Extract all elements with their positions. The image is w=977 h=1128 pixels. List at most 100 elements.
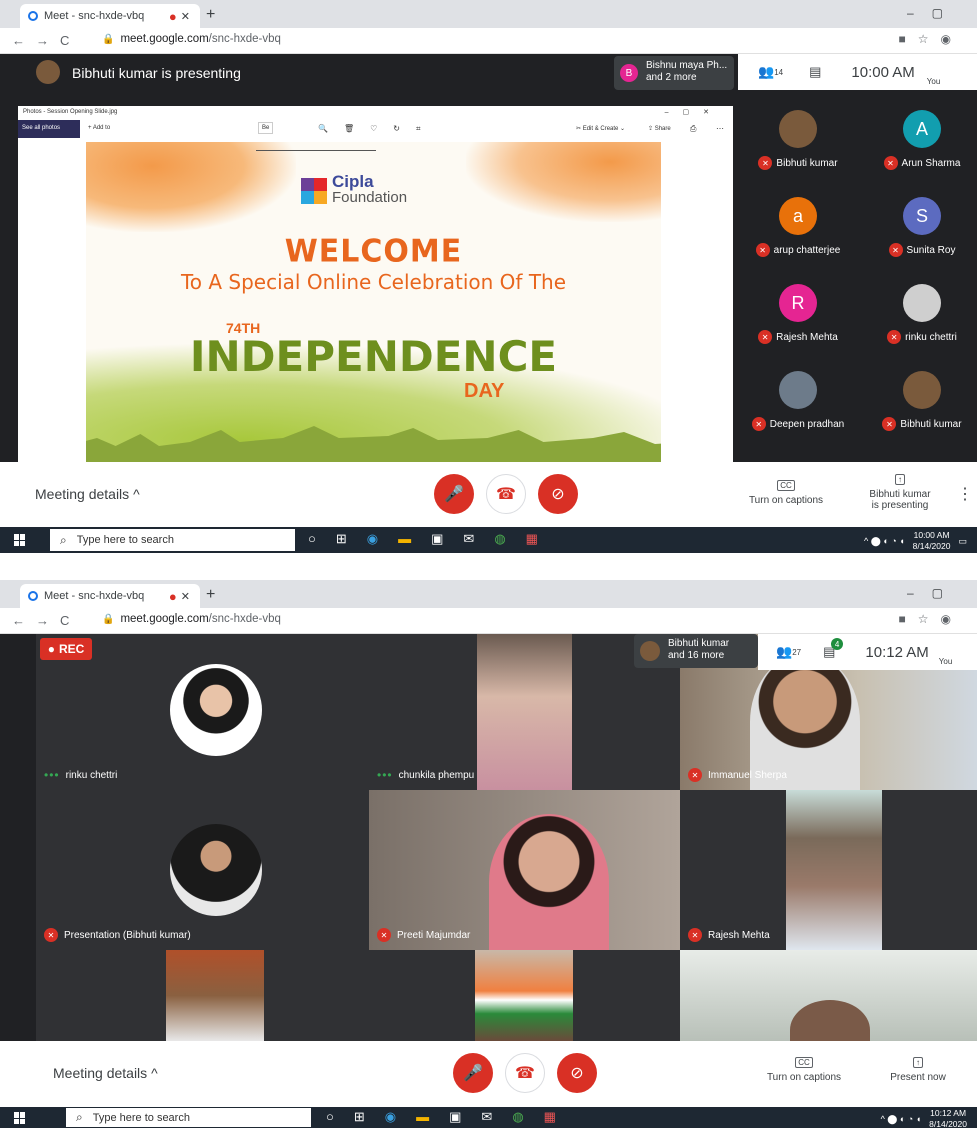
rec-dot-icon: ● xyxy=(47,642,55,656)
store-icon[interactable]: ▣ xyxy=(449,1109,461,1125)
mic-off-button[interactable]: 🎤 xyxy=(434,474,474,514)
screenshot-2: Meet - snc-hxde-vbq ● ✕ + –▢ ← → C 🔒 meet… xyxy=(0,580,977,1128)
meet-area: Bibhuti kumar is presenting B Bishnu may… xyxy=(0,54,977,462)
mail-icon[interactable]: ✉ xyxy=(481,1109,492,1125)
url-field[interactable]: 🔒 meet.google.com/snc-hxde-vbq xyxy=(102,613,281,625)
print-icon[interactable]: ⎙ xyxy=(690,124,696,134)
cc-icon: CC xyxy=(795,1057,813,1068)
participant-tile: ✕ Presentation (Bibhuti kumar) xyxy=(36,790,369,950)
explorer-icon[interactable]: ▬ xyxy=(398,531,411,547)
speaking-indicator-icon: ••• xyxy=(44,768,60,782)
meeting-time: 10:12 AM xyxy=(865,643,929,661)
mic-off-icon: 🎤 xyxy=(463,1065,483,1082)
system-tray: ^ ⬤ ◐ ◔ ◖ 10:00 AM 8/14/2020 ▭ xyxy=(864,530,967,552)
people-icon[interactable]: 👥 xyxy=(776,644,792,660)
address-bar: ← → C 🔒 meet.google.com/snc-hxde-vbq ■☆◉ xyxy=(0,28,977,54)
share-button[interactable]: ⇪ Share xyxy=(648,125,671,132)
windows-start-icon[interactable] xyxy=(14,534,26,546)
tray-icons[interactable]: ^ ⬤ ◐ ◔ ◖ xyxy=(881,1114,922,1125)
camera-off-button[interactable]: ⊘ xyxy=(538,474,578,514)
notifications-icon[interactable]: ▭ xyxy=(958,536,967,547)
chat-icon[interactable]: ▤ 4 xyxy=(823,638,844,660)
welcome-heading: WELCOME xyxy=(284,233,463,270)
joined-avatar xyxy=(640,641,660,661)
captions-button[interactable]: CC Turn on captions xyxy=(762,1057,846,1083)
mic-off-icon: ✕ xyxy=(751,417,766,431)
people-icon[interactable]: 👥 xyxy=(758,64,774,80)
back-icon[interactable]: ← xyxy=(12,613,25,628)
cortana-icon[interactable]: ○ xyxy=(326,1109,334,1125)
url-field[interactable]: 🔒 meet.google.com/snc-hxde-vbq xyxy=(102,33,281,45)
meet-area: ••• rinku chettri ••• chunkila phempu ✕ Imm… xyxy=(0,634,977,1041)
taskbar-search[interactable]: ⌕ Type here to search xyxy=(50,529,295,551)
search-icon: ⌕ xyxy=(76,1110,83,1124)
task-view-icon[interactable]: ⊞ xyxy=(336,531,347,547)
tile-name: chunkila phempu xyxy=(398,769,475,781)
leave-call-button[interactable]: ☎ xyxy=(505,1053,545,1093)
clock-date: 8/14/2020 xyxy=(912,541,951,551)
mic-off-icon: ✕ xyxy=(44,928,58,942)
mic-off-button[interactable]: 🎤 xyxy=(453,1053,493,1093)
joined-notification[interactable]: Bibhuti kumar and 16 more xyxy=(634,634,758,668)
photo-actions[interactable]: 🔍🗑♡↻⌗ xyxy=(318,124,437,134)
reload-icon[interactable]: C xyxy=(60,613,69,628)
chevron-up-icon: ^ xyxy=(133,486,140,502)
meet-favicon-icon xyxy=(28,591,38,601)
meeting-details-button[interactable]: Meeting details ^ xyxy=(35,486,140,502)
top-info-bar: 👥 27 ▤ 4 10:12 AM You xyxy=(758,634,977,670)
explorer-icon[interactable]: ▬ xyxy=(416,1109,429,1125)
back-icon[interactable]: ← xyxy=(12,33,25,48)
camera-off-icon: ⊘ xyxy=(570,1065,584,1082)
close-tab-icon[interactable]: ✕ xyxy=(181,10,190,23)
reload-icon[interactable]: C xyxy=(60,33,69,48)
joined-notification[interactable]: B Bishnu maya Ph... and 2 more xyxy=(614,56,734,90)
window-controls[interactable]: –▢ xyxy=(907,6,961,20)
present-now-button[interactable]: ↑ Present now xyxy=(880,1057,956,1083)
edge-icon[interactable]: ◉ xyxy=(385,1109,396,1125)
store-icon[interactable]: ▣ xyxy=(431,531,443,547)
more-options-icon[interactable]: ⋮ xyxy=(957,484,973,504)
presenting-button[interactable]: ↑ Bibhuti kumar is presenting xyxy=(860,474,940,511)
new-tab-button[interactable]: + xyxy=(206,586,215,604)
tray-icons[interactable]: ^ ⬤ ◐ ◔ ◖ xyxy=(864,536,905,547)
windows-start-icon[interactable] xyxy=(14,1112,26,1124)
app-icon[interactable]: ▦ xyxy=(526,531,538,547)
taskbar-apps[interactable]: ○ ⊞ ◉ ▬ ▣ ✉ ◍ ▦ xyxy=(326,1109,556,1125)
add-to-button[interactable]: + Add to xyxy=(88,125,110,131)
edit-create-button[interactable]: ✂ Edit & Create ⌄ xyxy=(576,125,625,132)
forward-icon[interactable]: → xyxy=(36,33,49,48)
browser-tab[interactable]: Meet - snc-hxde-vbq ● ✕ xyxy=(20,4,200,28)
tile-avatar xyxy=(170,824,262,916)
participant-name: Sunita Roy xyxy=(906,244,956,256)
chrome-icon[interactable]: ◍ xyxy=(512,1109,523,1125)
mic-off-icon: ✕ xyxy=(758,330,773,344)
participant-avatar xyxy=(779,110,817,148)
camera-off-button[interactable]: ⊘ xyxy=(557,1053,597,1093)
chat-icon[interactable]: ▤ xyxy=(809,64,821,80)
cipla-logo-icon xyxy=(301,178,327,204)
window-controls[interactable]: –▢ xyxy=(907,586,961,600)
taskbar-search[interactable]: ⌕ Type here to search xyxy=(66,1108,311,1127)
edge-icon[interactable]: ◉ xyxy=(367,531,378,547)
participant-name: rinku chettri xyxy=(905,331,957,343)
participant-name-row: ✕ Rajesh Mehta xyxy=(733,330,863,344)
chrome-icon[interactable]: ◍ xyxy=(494,531,505,547)
captions-button[interactable]: CC Turn on captions xyxy=(746,480,826,506)
leave-call-button[interactable]: ☎ xyxy=(486,474,526,514)
more-icon[interactable]: ⋯ xyxy=(716,124,724,133)
taskbar-apps[interactable]: ○ ⊞ ◉ ▬ ▣ ✉ ◍ ▦ xyxy=(308,531,538,547)
mail-icon[interactable]: ✉ xyxy=(463,531,474,547)
photos-window-controls[interactable]: –▢✕ xyxy=(665,108,723,116)
browser-tab[interactable]: Meet - snc-hxde-vbq ● ✕ xyxy=(20,584,200,608)
new-tab-button[interactable]: + xyxy=(206,6,215,24)
participant-name: Bibhuti kumar xyxy=(900,418,962,430)
close-tab-icon[interactable]: ✕ xyxy=(181,590,190,603)
cortana-icon[interactable]: ○ xyxy=(308,531,316,547)
meeting-details-button[interactable]: Meeting details ^ xyxy=(53,1065,158,1081)
see-all-photos-button[interactable]: See all photos xyxy=(18,120,80,138)
app-icon[interactable]: ▦ xyxy=(544,1109,556,1125)
forward-icon[interactable]: → xyxy=(36,613,49,628)
task-view-icon[interactable]: ⊞ xyxy=(354,1109,365,1125)
browser-actions[interactable]: ■☆◉ xyxy=(899,32,963,46)
browser-actions[interactable]: ■☆◉ xyxy=(899,612,963,626)
